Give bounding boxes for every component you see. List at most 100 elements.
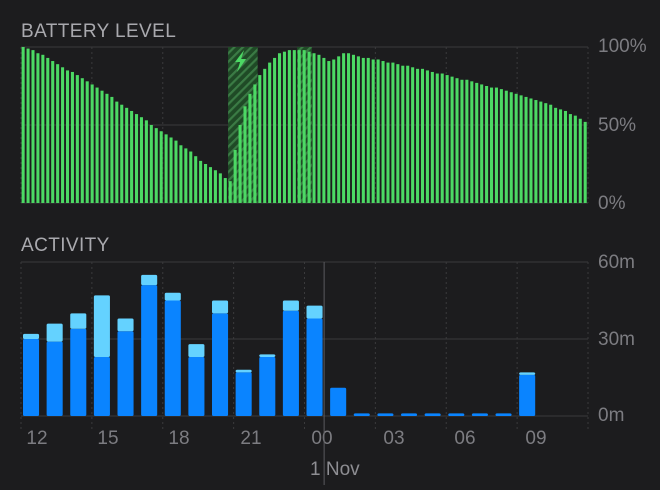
activity-bar-screen-off [188, 344, 205, 357]
battery-bar [282, 51, 286, 204]
battery-bar [391, 62, 395, 203]
activity-bar-screen-on [330, 387, 347, 416]
battery-bar [401, 65, 405, 203]
battery-bar [445, 75, 449, 203]
activity-bar-screen-off [282, 300, 299, 311]
battery-bar [238, 125, 242, 203]
battery-bar [425, 70, 429, 204]
activity-bar-screen-off [519, 372, 536, 375]
battery-bar [125, 107, 129, 203]
battery-bar [80, 78, 84, 203]
battery-bar [115, 101, 119, 203]
activity-bar-screen-on [93, 356, 110, 416]
battery-bar [277, 53, 282, 203]
activity-bar-screen-on [235, 372, 252, 416]
battery-bar [287, 50, 291, 204]
battery-bar [258, 75, 262, 203]
battery-bar [139, 117, 143, 203]
battery-usage-screen: BATTERY LEVEL 100% 50% 0% ACTIVITY 60m 3… [0, 0, 660, 490]
battery-bar [534, 100, 538, 203]
battery-bar [342, 53, 346, 203]
battery-bar [480, 84, 484, 203]
battery-bar [455, 78, 459, 203]
activity-bar-screen-off [164, 292, 181, 301]
battery-bar [213, 170, 217, 203]
battery-bar [578, 118, 582, 203]
battery-bar [169, 137, 173, 203]
battery-bar [470, 81, 474, 203]
activity-bar-screen-on [306, 318, 323, 416]
battery-activity-charts [20, 46, 589, 485]
battery-bar [539, 101, 543, 203]
battery-bar [100, 90, 104, 203]
battery-bar [154, 128, 158, 203]
battery-bar [435, 73, 439, 204]
battery-bar [351, 54, 355, 203]
activity-bar-screen-off [235, 369, 252, 373]
battery-bar [366, 57, 370, 203]
battery-bar [376, 59, 380, 204]
activity-bar-screen-off [306, 305, 323, 319]
battery-bar [130, 110, 134, 203]
battery-bar [386, 62, 390, 203]
battery-bar [292, 50, 296, 204]
battery-bar [263, 68, 267, 203]
battery-bar [475, 82, 479, 203]
battery-bar [31, 50, 35, 204]
battery-bar [51, 61, 55, 203]
battery-bar [573, 115, 577, 203]
battery-bar [164, 134, 168, 203]
battery-bar [26, 48, 30, 204]
battery-bar [396, 64, 400, 203]
activity-bar-screen-off [117, 318, 134, 332]
activity-bar-screen-off [46, 323, 63, 342]
battery-bar [559, 109, 563, 203]
battery-bar [519, 95, 523, 203]
battery-bar [509, 92, 513, 203]
battery-bar [223, 178, 227, 203]
battery-bar [135, 114, 139, 203]
battery-bar [416, 68, 420, 203]
battery-bar [95, 87, 99, 203]
battery-bar [430, 71, 434, 204]
battery-bar [361, 57, 365, 203]
battery-bar [248, 93, 252, 203]
battery-bar [85, 81, 89, 203]
activity-bar-screen-off [259, 354, 276, 357]
battery-bar [524, 96, 528, 203]
battery-bar [218, 173, 222, 203]
battery-bar [494, 87, 498, 203]
battery-bar [514, 93, 518, 203]
battery-bar [194, 156, 198, 203]
battery-bar [159, 131, 163, 203]
battery-bar [302, 50, 306, 204]
battery-bar [406, 65, 410, 203]
battery-bar [420, 68, 425, 203]
activity-bar-screen-on [23, 339, 40, 416]
battery-bar [90, 84, 94, 203]
battery-bar [489, 87, 494, 203]
battery-bar [149, 125, 153, 203]
battery-bar [120, 104, 124, 203]
battery-bar [46, 57, 50, 203]
battery-bar [174, 140, 178, 203]
activity-bar-screen-off [141, 274, 158, 286]
activity-bar-screen-on [471, 413, 488, 416]
battery-bar [371, 59, 375, 204]
battery-bar [337, 56, 341, 203]
battery-bar [549, 104, 553, 203]
battery-bar [583, 121, 587, 203]
battery-bar [529, 98, 533, 203]
activity-bar-screen-on [141, 285, 158, 416]
activity-bar-screen-off [23, 333, 40, 339]
battery-bar [312, 53, 316, 203]
activity-bar-screen-on [401, 413, 418, 416]
battery-bar [199, 160, 203, 203]
activity-bar-screen-on [188, 356, 205, 416]
battery-bar [297, 50, 301, 204]
activity-bar-screen-on [259, 356, 276, 416]
battery-bar [499, 89, 503, 203]
activity-bar-screen-on [46, 341, 63, 416]
battery-bar [189, 151, 193, 203]
battery-bar [268, 62, 272, 203]
